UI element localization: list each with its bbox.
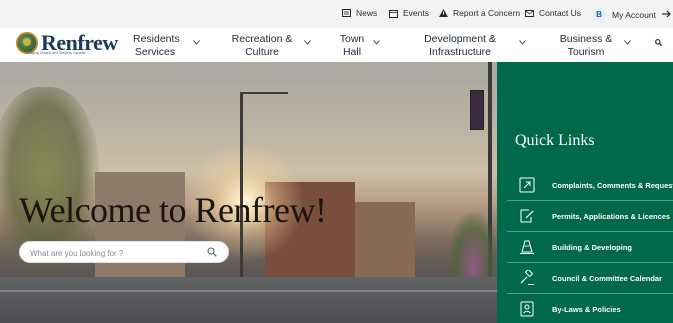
quick-link-label: By-Laws & Policies xyxy=(552,305,621,314)
nav-item-residents-services[interactable]: Residents Services xyxy=(133,33,180,59)
quick-links-panel: Quick Links Complaints, Comments & Reque… xyxy=(497,62,673,323)
nav-label-line2: Culture xyxy=(245,46,279,58)
report-concern-label: Report a Concern xyxy=(453,8,521,18)
quick-link-label: Building & Developing xyxy=(552,243,632,252)
chevron-down-icon[interactable] xyxy=(304,40,311,45)
cone-icon xyxy=(520,240,534,254)
nav-label-line1: Business & xyxy=(559,33,613,45)
news-label: News xyxy=(356,8,378,18)
events-label: Events xyxy=(403,8,429,18)
hero-street-banner xyxy=(470,90,484,130)
quick-link-label: Council & Committee Calendar xyxy=(552,274,663,283)
badge-person-icon xyxy=(520,301,534,317)
nav-item-recreation-culture[interactable]: Recreation & Culture xyxy=(231,33,293,59)
events-link[interactable]: Events xyxy=(389,8,429,18)
nav-label-line1: Residents xyxy=(133,33,180,45)
hero-headline: Welcome to Renfrew! xyxy=(19,190,327,230)
hero-banner: Welcome to Renfrew! xyxy=(0,62,497,323)
quick-link-permits[interactable]: Permits, Applications & Licences xyxy=(507,201,673,232)
chevron-down-icon[interactable] xyxy=(373,40,380,45)
search-icon[interactable] xyxy=(207,247,217,257)
search-icon[interactable] xyxy=(655,39,662,46)
mail-icon xyxy=(525,9,534,17)
my-account-label: My Account xyxy=(612,10,656,20)
arrow-box-icon xyxy=(519,177,535,193)
hero-lamppost-decoration xyxy=(240,92,243,277)
hero-lamppost-arm xyxy=(243,92,288,94)
nav-item-business-tourism[interactable]: Business & Tourism xyxy=(558,33,614,59)
nav-label-line2: Services xyxy=(134,46,176,58)
report-concern-link[interactable]: Report a Concern xyxy=(439,8,520,18)
nav-label-line1: Development & xyxy=(424,33,496,45)
edit-document-icon xyxy=(520,209,534,223)
contact-link[interactable]: Contact Us xyxy=(525,8,581,18)
hero-road-line xyxy=(0,290,497,292)
utility-bar: News Events Report a Concern Contact Us … xyxy=(0,0,673,28)
nav-label-line2: Hall xyxy=(342,46,362,58)
logo-tagline: Bridging Ontario and Western Canada xyxy=(26,51,86,55)
hero-road xyxy=(0,277,497,323)
my-account-link[interactable]: B My Account xyxy=(592,8,671,22)
hero-search-box[interactable] xyxy=(19,241,229,263)
nav-label-line2: Tourism xyxy=(567,46,605,58)
gavel-icon xyxy=(520,270,534,285)
news-link[interactable]: News xyxy=(342,8,377,18)
quick-link-bylaws[interactable]: By-Laws & Policies xyxy=(507,294,673,323)
warning-icon xyxy=(439,9,448,17)
account-badge-icon: B xyxy=(592,8,606,22)
chevron-down-icon[interactable] xyxy=(519,40,526,45)
nav-label-line2: Infrastructure xyxy=(429,46,491,58)
calendar-icon xyxy=(389,9,398,18)
quick-links-title: Quick Links xyxy=(515,132,595,149)
quick-link-label: Complaints, Comments & Requests xyxy=(552,181,673,190)
contact-label: Contact Us xyxy=(539,8,582,18)
quick-link-label: Permits, Applications & Licences xyxy=(552,212,671,221)
nav-label-line1: Recreation & xyxy=(231,33,293,45)
newspaper-icon xyxy=(342,9,351,17)
chevron-down-icon[interactable] xyxy=(624,40,631,45)
chevron-down-icon[interactable] xyxy=(193,40,200,45)
nav-item-development-infrastructure[interactable]: Development & Infrastructure xyxy=(420,33,500,59)
quick-link-complaints[interactable]: Complaints, Comments & Requests xyxy=(507,170,673,201)
nav-item-town-hall[interactable]: Town Hall xyxy=(337,33,367,59)
quick-link-council-calendar[interactable]: Council & Committee Calendar xyxy=(507,263,673,294)
nav-label-line1: Town xyxy=(339,33,365,45)
main-nav: Renfrew Bridging Ontario and Western Can… xyxy=(0,28,673,62)
hero-building-decoration xyxy=(355,202,415,277)
arrow-right-icon xyxy=(661,10,671,20)
hero-search-input[interactable] xyxy=(30,245,200,261)
quick-link-building[interactable]: Building & Developing xyxy=(507,232,673,263)
